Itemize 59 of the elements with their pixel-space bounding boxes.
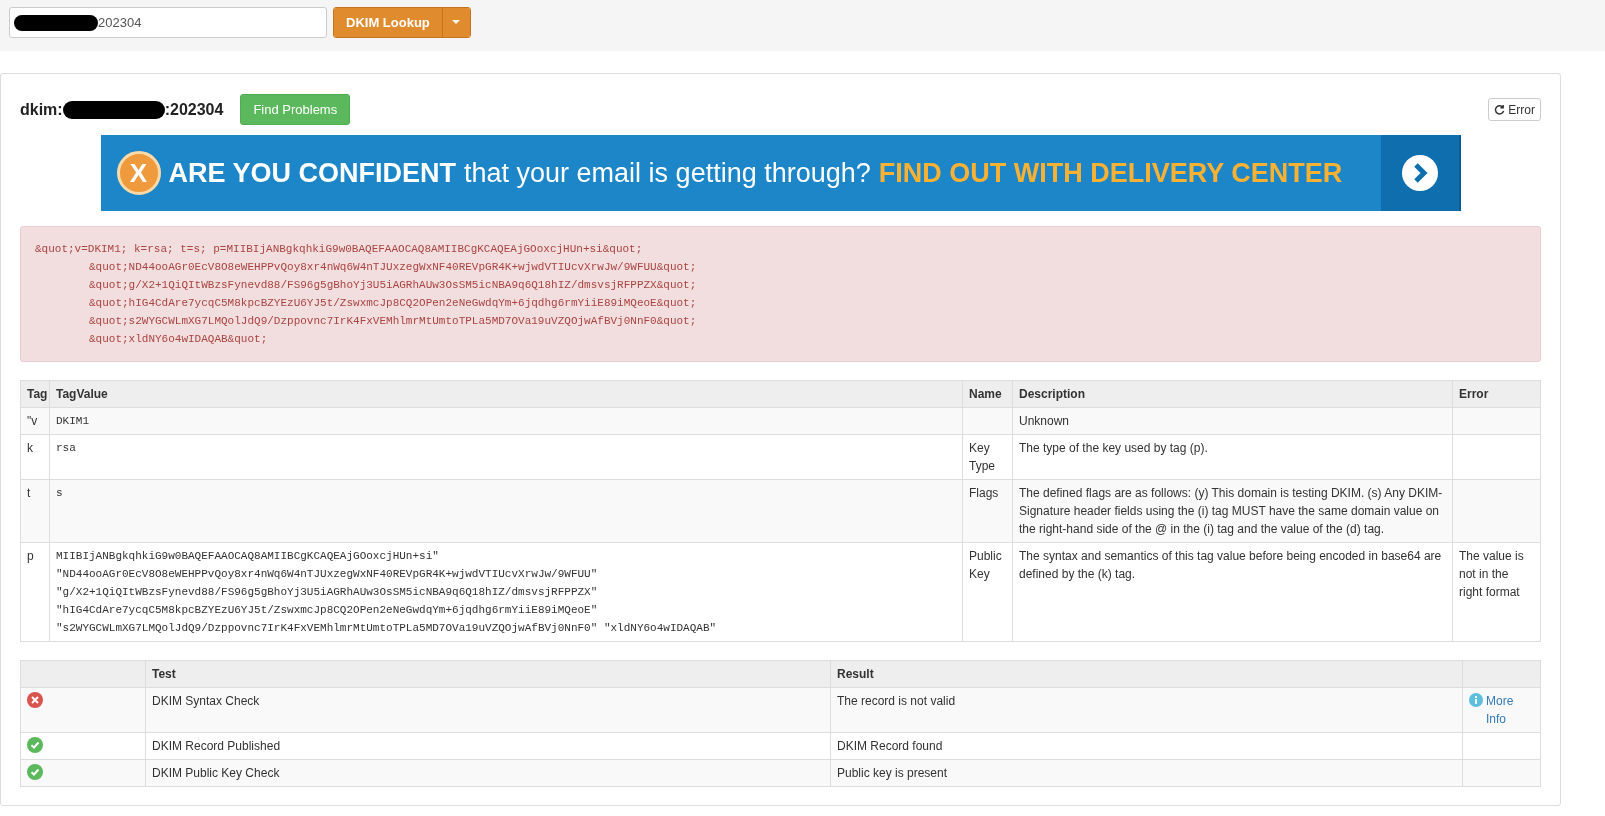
tag-value: rsa [56, 441, 77, 456]
dropdown-toggle[interactable] [441, 8, 470, 37]
tag-value: "g/X2+1QiQItWBzsFynevd88/FS96g5gBhoYj3U5iAGRhAUw3OsSM5icNBA9q6Q18hIZ/dmsvsjRFPPZX" [56, 585, 599, 600]
caret-icon [452, 20, 461, 25]
record-line: &quot;v=DKIM1; k=rsa; t=s; p=MIIBIjANBgkqhkiG9w0BAQEFAAOCAQ8AMIIBCgKCAQEAjGOoxcjHUn+si&quot; [35, 242, 644, 257]
find-problems-button[interactable]: Find Problems [240, 94, 351, 125]
dkim-lookup-button[interactable]: DKIM Lookup [334, 8, 442, 37]
banner-question: that your email is getting through? [464, 156, 871, 190]
tag-value: MIIBIjANBgkqhkiG9w0BAQEFAAOCAQ8AMIIBCgKCAQEAjGOoxcjHUn+si" [56, 549, 440, 564]
banner-logo: X [116, 151, 161, 195]
test-cell: DKIM Record Published [152, 739, 281, 753]
test-cell: DKIM Syntax Check [152, 694, 260, 708]
column-header: Description [1012, 380, 1453, 408]
column-header: Tag [20, 380, 50, 408]
record-suffix: :202304 [164, 99, 224, 120]
error-icon [27, 692, 43, 708]
tag-cell: p [27, 549, 34, 563]
result-cell: The record is not valid [837, 694, 956, 708]
refresh-icon [1494, 104, 1506, 115]
banner-call-to-action: FIND OUT WITH DELIVERY CENTER [878, 156, 1343, 190]
record-line: &quot;g/X2+1QiQItWBzsFynevd88/FS96g5gBhoYj3U5iAGRhAUw3OsSM5icNBA9q6Q18hIZ/dmsvsjRFPPZX&quot; [88, 278, 698, 293]
description-cell: The defined flags are as follows: (y) This domain is testing DKIM. (s) Any DKIM-Signature header fields using the (i) tag MUST have the same domain value on the right-hand side of the @ in the (i) tag and the value of the (d) tag. [1019, 486, 1443, 536]
tag-cell: k [27, 441, 33, 455]
column-header: TagValue [49, 380, 963, 408]
record-line: &quot;xldNY6o4wIDAQAB&quot; [88, 332, 269, 347]
record-line: &quot;ND44ooAGr0EcV8O8eWEHPPvQoy8xr4nWq6W4nTJUxzegWxNF40REVpGR4K+wjwdVTIUcvXrwJw/9WFUU&quot; [88, 260, 698, 275]
tag-cell: "v [27, 414, 38, 428]
test-cell: DKIM Public Key Check [152, 766, 280, 780]
record-line: &quot;hIG4CdAre7ycqC5M8kpcBZYEzU6YJ5t/ZswxmcJp8CQ2OPen2eNeGwdqYm+6jqdhg6rmYiiE89iMQeoE&quot; [88, 296, 698, 311]
info-icon [1469, 693, 1483, 707]
column-header: Error [1452, 380, 1541, 408]
result-cell: Public key is present [837, 766, 948, 780]
banner-headline: ARE YOU CONFIDENT [168, 156, 457, 190]
name-cell: Public Key [969, 549, 1002, 581]
tag-value: "s2WYGCWLmXG7LMQolJdQ9/Dzppovnc7IrK4FxVEMhlmrMtUmtoTPLa5MD7OVa19uVZQOjwAfBVj0NnF0" "xldNY6o4wIDAQAB" [56, 621, 718, 636]
error-cell: The value is not in the right format [1459, 549, 1524, 599]
column-header: Test [145, 660, 831, 688]
chevron-right-icon [1400, 154, 1439, 192]
domain-input-field[interactable]: 202304 [9, 7, 327, 38]
check-icon [27, 764, 43, 780]
name-cell: Key Type [969, 441, 995, 473]
name-cell: Flags [969, 486, 999, 500]
column-header: Result [830, 660, 1463, 688]
record-prefix: dkim: [20, 99, 63, 120]
description-cell: The syntax and semantics of this tag value before being encoded in base64 are defined by the (k) tag. [1019, 549, 1442, 581]
input-value: 202304 [98, 13, 142, 32]
tag-value: "hIG4CdAre7ycqC5M8kpcBZYEzU6YJ5t/ZswxmcJp8CQ2OPen2eNeGwdqYm+6jqdhg6rmYiiE89iMQeoE" [56, 603, 599, 618]
error-status-button[interactable]: Error [1488, 98, 1541, 121]
result-cell: DKIM Record found [837, 739, 943, 753]
tag-value: s [56, 486, 64, 501]
tag-value: DKIM1 [56, 414, 90, 429]
tag-cell: t [27, 486, 31, 500]
description-cell: Unknown [1019, 414, 1070, 428]
column-header: Name [962, 380, 1013, 408]
description-cell: The type of the key used by tag (p). [1019, 441, 1208, 455]
delivery-center-banner[interactable]: X ARE YOU CONFIDENT that your email is getting through? FIND OUT WITH DELIVERY CENTER [100, 135, 1461, 211]
check-icon [27, 737, 43, 753]
record-line: &quot;s2WYGCWLmXG7LMQolJdQ9/Dzppovnc7IrK4FxVEMhlmrMtUmtoTPLa5MD7OVa19uVZQOjwAfBVj0NnF0&quot; [88, 314, 698, 329]
tag-value: "ND44ooAGr0EcV8O8eWEHPPvQoy8xr4nWq6W4nTJUxzegWxNF40REVpGR4K+wjwdVTIUcvXrwJw/9WFUU" [56, 567, 599, 582]
